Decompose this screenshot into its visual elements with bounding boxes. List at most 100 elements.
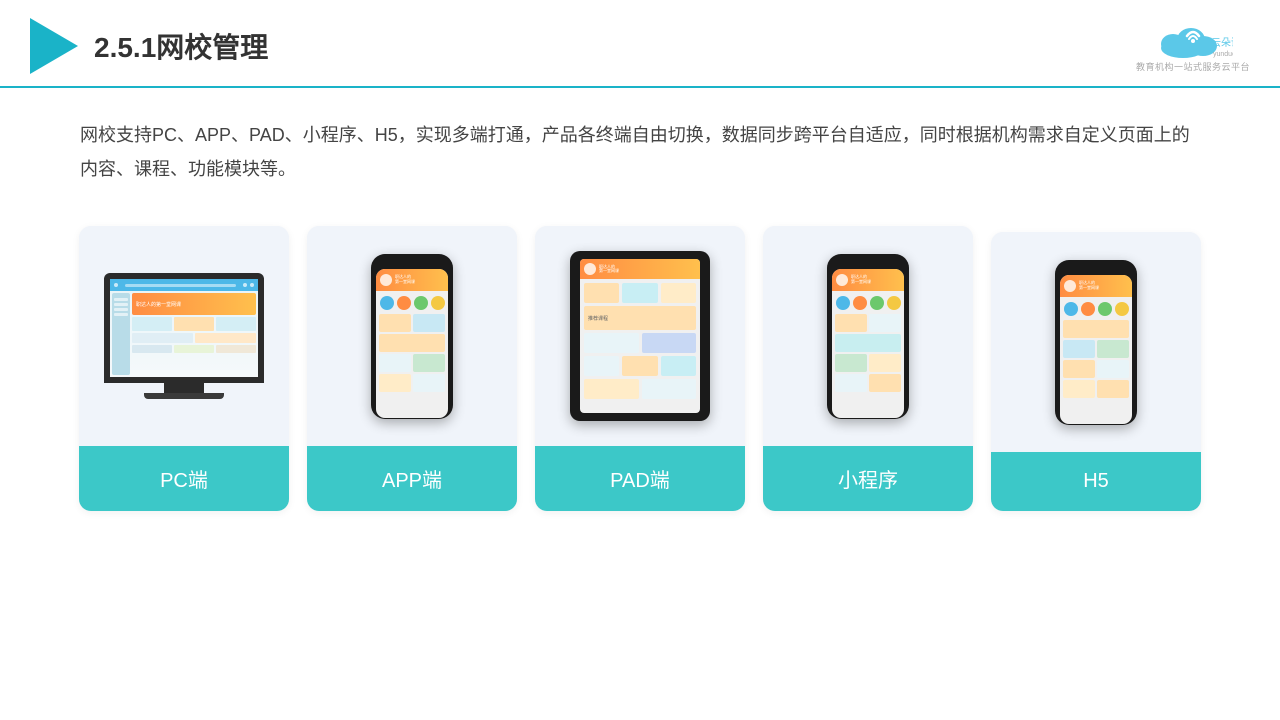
card-h5-label: H5 bbox=[991, 452, 1201, 511]
phone-row-m2 bbox=[835, 354, 901, 372]
phone-block-3 bbox=[379, 354, 411, 372]
phone-block-h2 bbox=[1097, 340, 1129, 358]
description-paragraph: 网校支持PC、APP、PAD、小程序、H5，实现多端打通，产品各终端自由切换，数… bbox=[80, 118, 1200, 186]
card-app-image: 职达人的 第一堂网课 bbox=[307, 226, 517, 446]
pc-main: 职达人的第一堂网课 bbox=[132, 293, 256, 375]
phone-icon-h3 bbox=[1098, 302, 1112, 316]
brand-tagline: 教育机构一站式服务云平台 bbox=[1136, 60, 1250, 73]
tablet-block-8 bbox=[661, 356, 696, 376]
svg-text:yunduoketang.com: yunduoketang.com bbox=[1213, 51, 1233, 58]
brand-triangle-icon bbox=[30, 18, 78, 74]
tablet-block-9 bbox=[584, 379, 639, 399]
phone-notch-miniapp bbox=[857, 262, 879, 267]
tablet-block-10 bbox=[642, 379, 697, 399]
phone-block-5 bbox=[379, 374, 411, 392]
phone-content-app bbox=[376, 291, 448, 418]
svg-text:云朵课堂: 云朵课堂 bbox=[1211, 37, 1233, 49]
phone-outer-miniapp: 职达人的 第一堂网课 bbox=[827, 254, 909, 419]
tablet-row-2 bbox=[584, 333, 696, 353]
card-app: 职达人的 第一堂网课 bbox=[307, 226, 517, 511]
phone-icon-2 bbox=[397, 296, 411, 310]
phone-icon-h4 bbox=[1115, 302, 1129, 316]
page-title: 2.5.1网校管理 bbox=[94, 26, 268, 66]
phone-icon-1 bbox=[380, 296, 394, 310]
card-h5: 职达人的 第一堂网课 bbox=[991, 232, 1201, 511]
phone-icon-m1 bbox=[836, 296, 850, 310]
phone-header-h5: 职达人的 第一堂网课 bbox=[1060, 275, 1132, 297]
pc-body: 职达人的第一堂网课 bbox=[110, 291, 258, 377]
phone-screen-miniapp: 职达人的 第一堂网课 bbox=[832, 269, 904, 418]
phone-row-2 bbox=[379, 354, 445, 372]
phone-row-m3 bbox=[835, 374, 901, 392]
pc-banner: 职达人的第一堂网课 bbox=[132, 293, 256, 315]
phone-header-text-h5: 职达人的 第一堂网课 bbox=[1079, 281, 1099, 291]
card-pad: 职达人的 第一堂网课 推荐课程 bbox=[535, 226, 745, 511]
phone-icon-m2 bbox=[853, 296, 867, 310]
phone-avatar-h5 bbox=[1064, 280, 1076, 292]
card-miniapp: 职达人的 第一堂网课 bbox=[763, 226, 973, 511]
phone-content-h5 bbox=[1060, 297, 1132, 424]
tablet-row-3 bbox=[584, 356, 696, 376]
phone-content-miniapp bbox=[832, 291, 904, 418]
phone-block-m6 bbox=[869, 374, 901, 392]
description-text: 网校支持PC、APP、PAD、小程序、H5，实现多端打通，产品各终端自由切换，数… bbox=[0, 88, 1280, 196]
phone-block-h6 bbox=[1097, 380, 1129, 398]
header: 2.5.1网校管理 云朵课堂 yunduoketang.com 教育机构一站式服… bbox=[0, 0, 1280, 88]
pc-screen: 职达人的第一堂网课 bbox=[110, 279, 258, 377]
phone-avatar-app bbox=[380, 274, 392, 286]
card-miniapp-label: 小程序 bbox=[763, 446, 973, 511]
tablet-block-6 bbox=[584, 356, 619, 376]
tablet-row-1 bbox=[584, 283, 696, 303]
tablet-block-3 bbox=[661, 283, 696, 303]
tablet-row-4 bbox=[584, 379, 696, 399]
phone-icon-m3 bbox=[870, 296, 884, 310]
tablet-screen: 职达人的 第一堂网课 推荐课程 bbox=[580, 259, 700, 413]
pc-stand bbox=[164, 383, 204, 393]
phone-icon-h2 bbox=[1081, 302, 1095, 316]
tablet-block-7 bbox=[622, 356, 657, 376]
card-miniapp-image: 职达人的 第一堂网课 bbox=[763, 226, 973, 446]
phone-outer-app: 职达人的 第一堂网课 bbox=[371, 254, 453, 419]
phone-icon-3 bbox=[414, 296, 428, 310]
phone-outer-h5: 职达人的 第一堂网课 bbox=[1055, 260, 1137, 425]
pc-cards-row bbox=[132, 317, 256, 331]
tablet-avatar bbox=[584, 263, 596, 275]
tablet-block-4 bbox=[584, 333, 639, 353]
card-pad-image: 职达人的 第一堂网课 推荐课程 bbox=[535, 226, 745, 446]
device-phone-app: 职达人的 第一堂网课 bbox=[371, 254, 453, 419]
pc-mini-card-3 bbox=[216, 317, 256, 331]
phone-header-miniapp: 职达人的 第一堂网课 bbox=[832, 269, 904, 291]
phone-header-text-miniapp: 职达人的 第一堂网课 bbox=[851, 275, 871, 285]
card-pc-image: 职达人的第一堂网课 bbox=[79, 226, 289, 446]
phone-block-m3 bbox=[835, 354, 867, 372]
pc-mini-card-1 bbox=[132, 317, 172, 331]
phone-header-app: 职达人的 第一堂网课 bbox=[376, 269, 448, 291]
tablet-block-2 bbox=[622, 283, 657, 303]
phone-row-h1 bbox=[1063, 340, 1129, 358]
phone-header-text-app: 职达人的 第一堂网课 bbox=[395, 275, 415, 285]
phone-icon-h1 bbox=[1064, 302, 1078, 316]
device-pc: 职达人的第一堂网课 bbox=[104, 273, 264, 399]
phone-row-h3 bbox=[1063, 380, 1129, 398]
phone-block-4 bbox=[413, 354, 445, 372]
phone-row-1 bbox=[379, 314, 445, 332]
phone-block-h3 bbox=[1063, 360, 1095, 378]
phone-block-h4 bbox=[1097, 360, 1129, 378]
phone-avatar-miniapp bbox=[836, 274, 848, 286]
phone-screen-h5: 职达人的 第一堂网课 bbox=[1060, 275, 1132, 424]
card-pc: 职达人的第一堂网课 bbox=[79, 226, 289, 511]
phone-block-h5 bbox=[1063, 380, 1095, 398]
card-h5-image: 职达人的 第一堂网课 bbox=[991, 232, 1201, 452]
pc-sidebar bbox=[112, 293, 130, 375]
phone-icons-row-h5 bbox=[1063, 300, 1129, 318]
phone-block-6 bbox=[413, 374, 445, 392]
phone-block-m2 bbox=[869, 314, 901, 332]
tablet-outer: 职达人的 第一堂网课 推荐课程 bbox=[570, 251, 710, 421]
phone-block-2 bbox=[413, 314, 445, 332]
cards-container: 职达人的第一堂网课 bbox=[0, 206, 1280, 551]
cloud-icon: 云朵课堂 yunduoketang.com bbox=[1153, 20, 1233, 62]
phone-icon-4 bbox=[431, 296, 445, 310]
phone-block-m1 bbox=[835, 314, 867, 332]
phone-row-3 bbox=[379, 374, 445, 392]
phone-notch-app bbox=[401, 262, 423, 267]
